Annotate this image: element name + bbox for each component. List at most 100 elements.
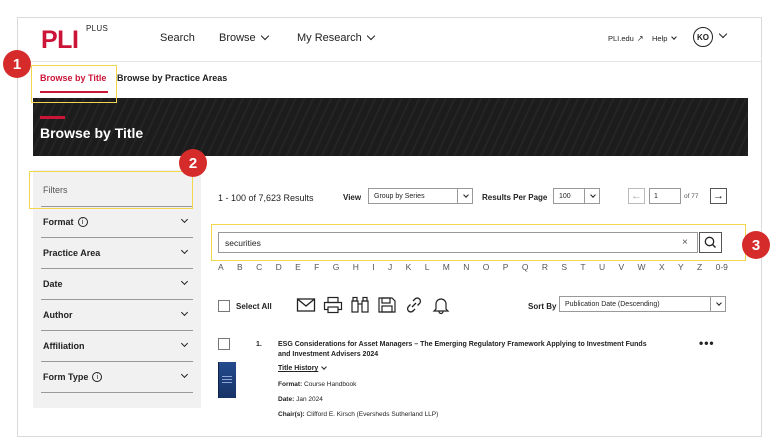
nav-browse-label: Browse: [219, 32, 256, 44]
alpha-letter[interactable]: H: [353, 262, 359, 272]
avatar-chevron-down-icon[interactable]: [718, 29, 728, 39]
date-label: Date:: [278, 396, 295, 403]
link-icon[interactable]: [404, 296, 424, 314]
top-header: PLI PLUS Search Browse My Research PLI.e…: [18, 18, 761, 62]
chevron-down-icon: [180, 339, 189, 348]
sort-by-select[interactable]: Publication Date (Descending): [559, 296, 726, 312]
help-label: Help: [652, 34, 668, 43]
chairs-value: Clifford E. Kirsch (Eversheds Sutherland…: [306, 411, 439, 418]
alpha-letter[interactable]: Y: [678, 262, 684, 272]
info-icon[interactable]: i: [92, 372, 103, 382]
alpha-letter[interactable]: C: [256, 262, 262, 272]
chevron-down-icon: [590, 192, 596, 198]
alpha-letter[interactable]: J: [388, 262, 392, 272]
alpha-letter[interactable]: Q: [522, 262, 529, 272]
alpha-letter[interactable]: K: [406, 262, 412, 272]
filter-form-type[interactable]: Form Type i: [41, 362, 193, 393]
prev-page-button[interactable]: ←: [628, 188, 645, 204]
title-history-label: Title History: [278, 365, 319, 372]
page-banner: Browse by Title: [33, 98, 748, 156]
alpha-letter[interactable]: U: [599, 262, 605, 272]
save-icon[interactable]: [377, 296, 397, 314]
more-options-button[interactable]: •••: [699, 336, 715, 350]
annotation-badge-3: 3: [742, 231, 770, 259]
chevron-down-icon: [180, 277, 189, 286]
print-icon[interactable]: [323, 296, 343, 314]
annotation-badge-1: 1: [3, 50, 31, 78]
nav-my-research[interactable]: My Research: [297, 31, 376, 44]
alpha-letter[interactable]: Z: [697, 262, 702, 272]
help-menu[interactable]: Help: [652, 34, 678, 43]
chevron-down-icon: [260, 31, 269, 41]
result-chairs: Chair(s): Clifford E. Kirsch (Eversheds …: [278, 411, 438, 418]
pli-logo[interactable]: PLI: [41, 26, 79, 55]
chevron-down-icon: [321, 364, 328, 370]
alpha-letter[interactable]: O: [483, 262, 490, 272]
filter-label: Date: [43, 279, 63, 289]
view-select[interactable]: Group by Series: [368, 188, 473, 204]
info-icon[interactable]: i: [77, 217, 88, 227]
filter-affiliation[interactable]: Affiliation: [41, 331, 193, 362]
title-history-toggle[interactable]: Title History: [278, 364, 328, 372]
highlight-box-1: [31, 65, 117, 103]
alpha-letter[interactable]: M: [443, 262, 450, 272]
alpha-letter[interactable]: L: [425, 262, 430, 272]
nav-search[interactable]: Search: [160, 32, 195, 44]
page-total: of 77: [684, 193, 699, 200]
filter-practice-area[interactable]: Practice Area: [41, 238, 193, 269]
book-cover-thumbnail[interactable]: [218, 362, 236, 398]
pli-edu-link[interactable]: PLI.edu ↗: [608, 34, 644, 43]
filter-date[interactable]: Date: [41, 269, 193, 300]
view-select-value: Group by Series: [374, 192, 425, 200]
alpha-letter[interactable]: S: [561, 262, 567, 272]
results-per-page-select[interactable]: 100: [553, 188, 600, 204]
chevron-down-icon: [463, 192, 469, 198]
filter-label: Form Type: [43, 372, 89, 382]
alpha-letter[interactable]: D: [276, 262, 282, 272]
alpha-letter[interactable]: R: [542, 262, 548, 272]
page-title: Browse by Title: [40, 125, 144, 141]
date-value: Jan 2024: [296, 396, 323, 403]
avatar[interactable]: KO: [693, 27, 713, 47]
filter-label: Author: [43, 310, 73, 320]
alpha-letter[interactable]: P: [503, 262, 509, 272]
select-all-checkbox[interactable]: [218, 300, 230, 312]
result-number: 1.: [256, 341, 262, 348]
highlight-box-2: [29, 171, 193, 209]
alpha-letter[interactable]: N: [463, 262, 469, 272]
bell-icon[interactable]: [431, 296, 451, 314]
chevron-down-icon: [180, 246, 189, 255]
browse-subtabs: Browse by Title Browse by Practice Areas: [18, 62, 761, 96]
chevron-down-icon: [180, 215, 189, 224]
tab-browse-by-practice-areas[interactable]: Browse by Practice Areas: [117, 73, 227, 83]
banner-accent-bar: [40, 116, 65, 119]
filter-format[interactable]: Format i: [41, 207, 193, 238]
alpha-letter[interactable]: F: [314, 262, 319, 272]
filter-label: Format: [43, 217, 74, 227]
alpha-letter[interactable]: X: [659, 262, 665, 272]
chevron-down-icon: [671, 34, 678, 40]
nav-browse[interactable]: Browse: [219, 31, 269, 44]
alpha-letter[interactable]: E: [295, 262, 301, 272]
highlight-box-3: [211, 224, 746, 261]
alpha-letter[interactable]: 0-9: [716, 262, 728, 272]
alpha-letter[interactable]: A: [218, 262, 224, 272]
email-icon[interactable]: [296, 296, 316, 314]
binoculars-icon[interactable]: [350, 296, 370, 314]
chevron-down-icon: [366, 31, 376, 41]
alpha-letter[interactable]: I: [372, 262, 374, 272]
nav-my-research-label: My Research: [297, 32, 362, 44]
pli-edu-label: PLI.edu: [608, 34, 634, 43]
alpha-letter[interactable]: W: [638, 262, 646, 272]
result-checkbox[interactable]: [218, 338, 230, 350]
result-title-link[interactable]: ESG Considerations for Asset Managers – …: [278, 340, 658, 360]
alpha-letter[interactable]: B: [237, 262, 243, 272]
alpha-letter[interactable]: G: [333, 262, 340, 272]
page-number-input[interactable]: 1: [649, 188, 681, 204]
alpha-letter[interactable]: V: [618, 262, 624, 272]
alpha-letter[interactable]: T: [580, 262, 585, 272]
nav-search-label: Search: [160, 32, 195, 44]
sort-by-value: Publication Date (Descending): [565, 300, 660, 308]
filter-author[interactable]: Author: [41, 300, 193, 331]
next-page-button[interactable]: →: [710, 188, 727, 204]
